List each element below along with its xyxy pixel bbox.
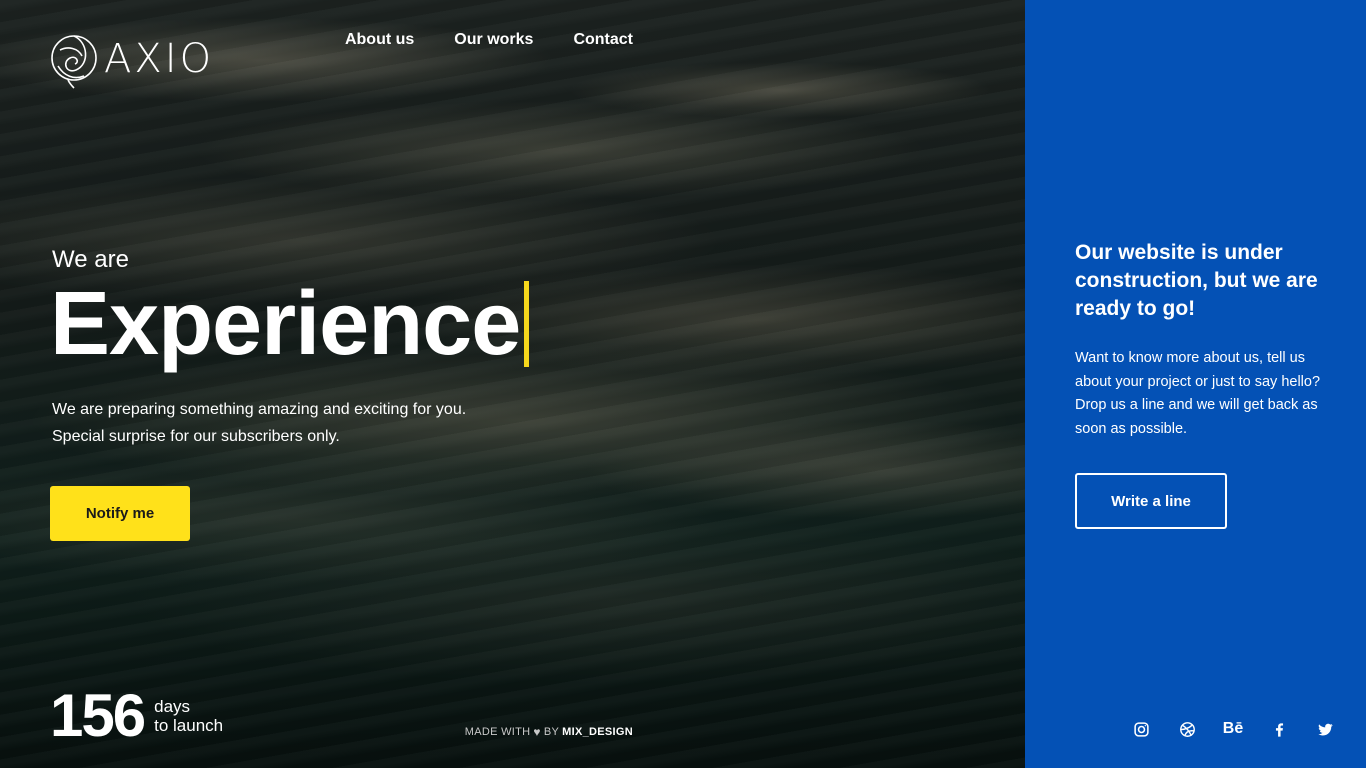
- hero-headline: Experience: [50, 274, 521, 374]
- countdown-unit-line-1: days: [154, 697, 191, 716]
- logo-mark-icon: [51, 35, 97, 89]
- credit-line: MADE WITH ♥ BY MIX_DESIGN: [465, 725, 633, 739]
- main-nav: About us Our works Contact: [345, 31, 633, 49]
- twitter-icon[interactable]: [1302, 718, 1348, 740]
- hero-section: AXIO About us Our works Contact We are E…: [0, 0, 1025, 768]
- hero-lead-line-1: We are preparing something amazing and e…: [52, 401, 467, 418]
- notify-me-button[interactable]: Notify me: [50, 486, 190, 541]
- panel-title: Our website is under construction, but w…: [1075, 241, 1318, 320]
- dribbble-icon[interactable]: [1164, 718, 1210, 740]
- hero-headline-wrap: Experience: [50, 274, 530, 374]
- logo-text: AXIO: [104, 36, 215, 82]
- behance-icon[interactable]: Bē: [1210, 718, 1256, 740]
- hero-pre-title: We are: [52, 246, 129, 273]
- social-links: Bē: [1118, 718, 1348, 740]
- panel-text: Want to know more about us, tell us abou…: [1075, 350, 1321, 438]
- nav-item-our-works[interactable]: Our works: [454, 31, 533, 49]
- brand-logo[interactable]: AXIO: [50, 28, 214, 90]
- countdown-unit: days to launch: [154, 697, 223, 735]
- typing-cursor: [524, 281, 530, 367]
- nav-item-about-us[interactable]: About us: [345, 31, 414, 49]
- contact-panel: Our website is under construction, but w…: [1025, 0, 1366, 768]
- nav-item-contact[interactable]: Contact: [573, 31, 633, 49]
- instagram-icon[interactable]: [1118, 718, 1164, 740]
- launch-countdown: 156 days to launch: [50, 686, 223, 746]
- countdown-days-value: 156: [50, 682, 146, 749]
- hero-lead: We are preparing something amazing and e…: [52, 396, 466, 450]
- credit-prefix: MADE WITH: [464, 726, 531, 738]
- write-a-line-button[interactable]: Write a line: [1075, 473, 1227, 529]
- heart-icon: ♥: [533, 725, 541, 739]
- countdown-unit-line-2: to launch: [154, 716, 224, 735]
- credit-by: BY: [543, 726, 560, 738]
- credit-brand-link[interactable]: MIX_DESIGN: [562, 726, 633, 738]
- hero-lead-line-2: Special surprise for our subscribers onl…: [52, 428, 340, 445]
- facebook-icon[interactable]: [1256, 718, 1302, 740]
